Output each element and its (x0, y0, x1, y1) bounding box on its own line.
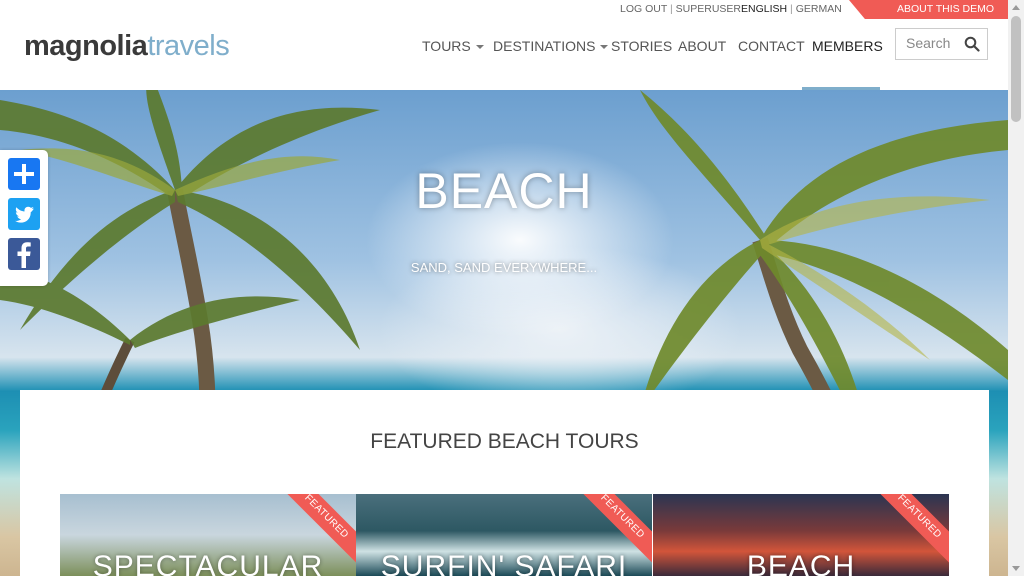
twitter-icon (15, 206, 35, 223)
tour-card-title: SURFIN' SAFARI (380, 550, 628, 576)
share-facebook-button[interactable] (8, 238, 40, 270)
featured-section: FEATURED BEACH TOURS SPECTACULAR FEATURE… (20, 390, 989, 576)
caret-down-icon (600, 45, 609, 50)
featured-badge-label: FEATURED (895, 494, 944, 541)
search-icon[interactable] (964, 36, 980, 52)
separator: | (790, 3, 793, 15)
nav-members[interactable]: MEMBERS (812, 38, 883, 54)
nav-tours[interactable]: TOURS (422, 38, 484, 54)
nav-contact[interactable]: CONTACT (738, 38, 805, 54)
account-links: LOG OUT | SUPERUSER (620, 3, 741, 15)
page-scrollbar[interactable] (1008, 0, 1024, 576)
search-input[interactable] (906, 35, 962, 51)
separator: | (670, 3, 673, 15)
nav-about[interactable]: ABOUT (678, 38, 726, 54)
superuser-link[interactable]: SUPERUSER (676, 3, 741, 15)
share-bar (0, 150, 48, 286)
logo-text-magnolia: magnolia (24, 30, 148, 62)
plus-icon (14, 164, 34, 184)
featured-badge-label: FEATURED (598, 494, 647, 541)
facebook-icon (17, 242, 31, 268)
about-demo-label: ABOUT THIS DEMO (897, 3, 995, 15)
hero-title: BEACH (415, 163, 593, 219)
tour-card-title: BEACH (746, 550, 856, 576)
language-switcher: ENGLISH | GERMAN (741, 3, 842, 15)
language-german[interactable]: GERMAN (796, 3, 842, 15)
tour-card[interactable]: SPECTACULAR FEATURED (60, 494, 356, 576)
tour-card[interactable]: SURFIN' SAFARI FEATURED (356, 494, 652, 576)
search-box (895, 28, 988, 60)
about-demo-button[interactable]: ABOUT THIS DEMO (849, 0, 1008, 19)
caret-down-icon (475, 45, 484, 50)
logout-link[interactable]: LOG OUT (620, 3, 667, 15)
logo[interactable]: magnoliatravels (24, 30, 230, 63)
section-title: FEATURED BEACH TOURS (370, 430, 639, 453)
logo-text-travels: travels (147, 30, 230, 62)
nav-stories[interactable]: STORIES (611, 38, 672, 54)
language-english[interactable]: ENGLISH (741, 3, 787, 15)
share-plus-button[interactable] (8, 158, 40, 190)
tour-card[interactable]: BEACH FEATURED (653, 494, 949, 576)
nav-tours-label: TOURS (422, 38, 471, 54)
scroll-down-arrow-icon[interactable] (1012, 566, 1020, 571)
nav-destinations-label: DESTINATIONS (493, 38, 596, 54)
nav-destinations[interactable]: DESTINATIONS (493, 38, 609, 54)
tour-card-title: SPECTACULAR (92, 550, 324, 576)
scroll-up-arrow-icon[interactable] (1012, 5, 1020, 10)
hero-subtitle: SAND, SAND EVERYWHERE... (410, 260, 598, 275)
featured-badge-label: FEATURED (302, 494, 351, 541)
share-twitter-button[interactable] (8, 198, 40, 230)
scrollbar-thumb[interactable] (1011, 16, 1021, 122)
site-header: magnoliatravels LOG OUT | SUPERUSER ENGL… (0, 0, 1008, 90)
